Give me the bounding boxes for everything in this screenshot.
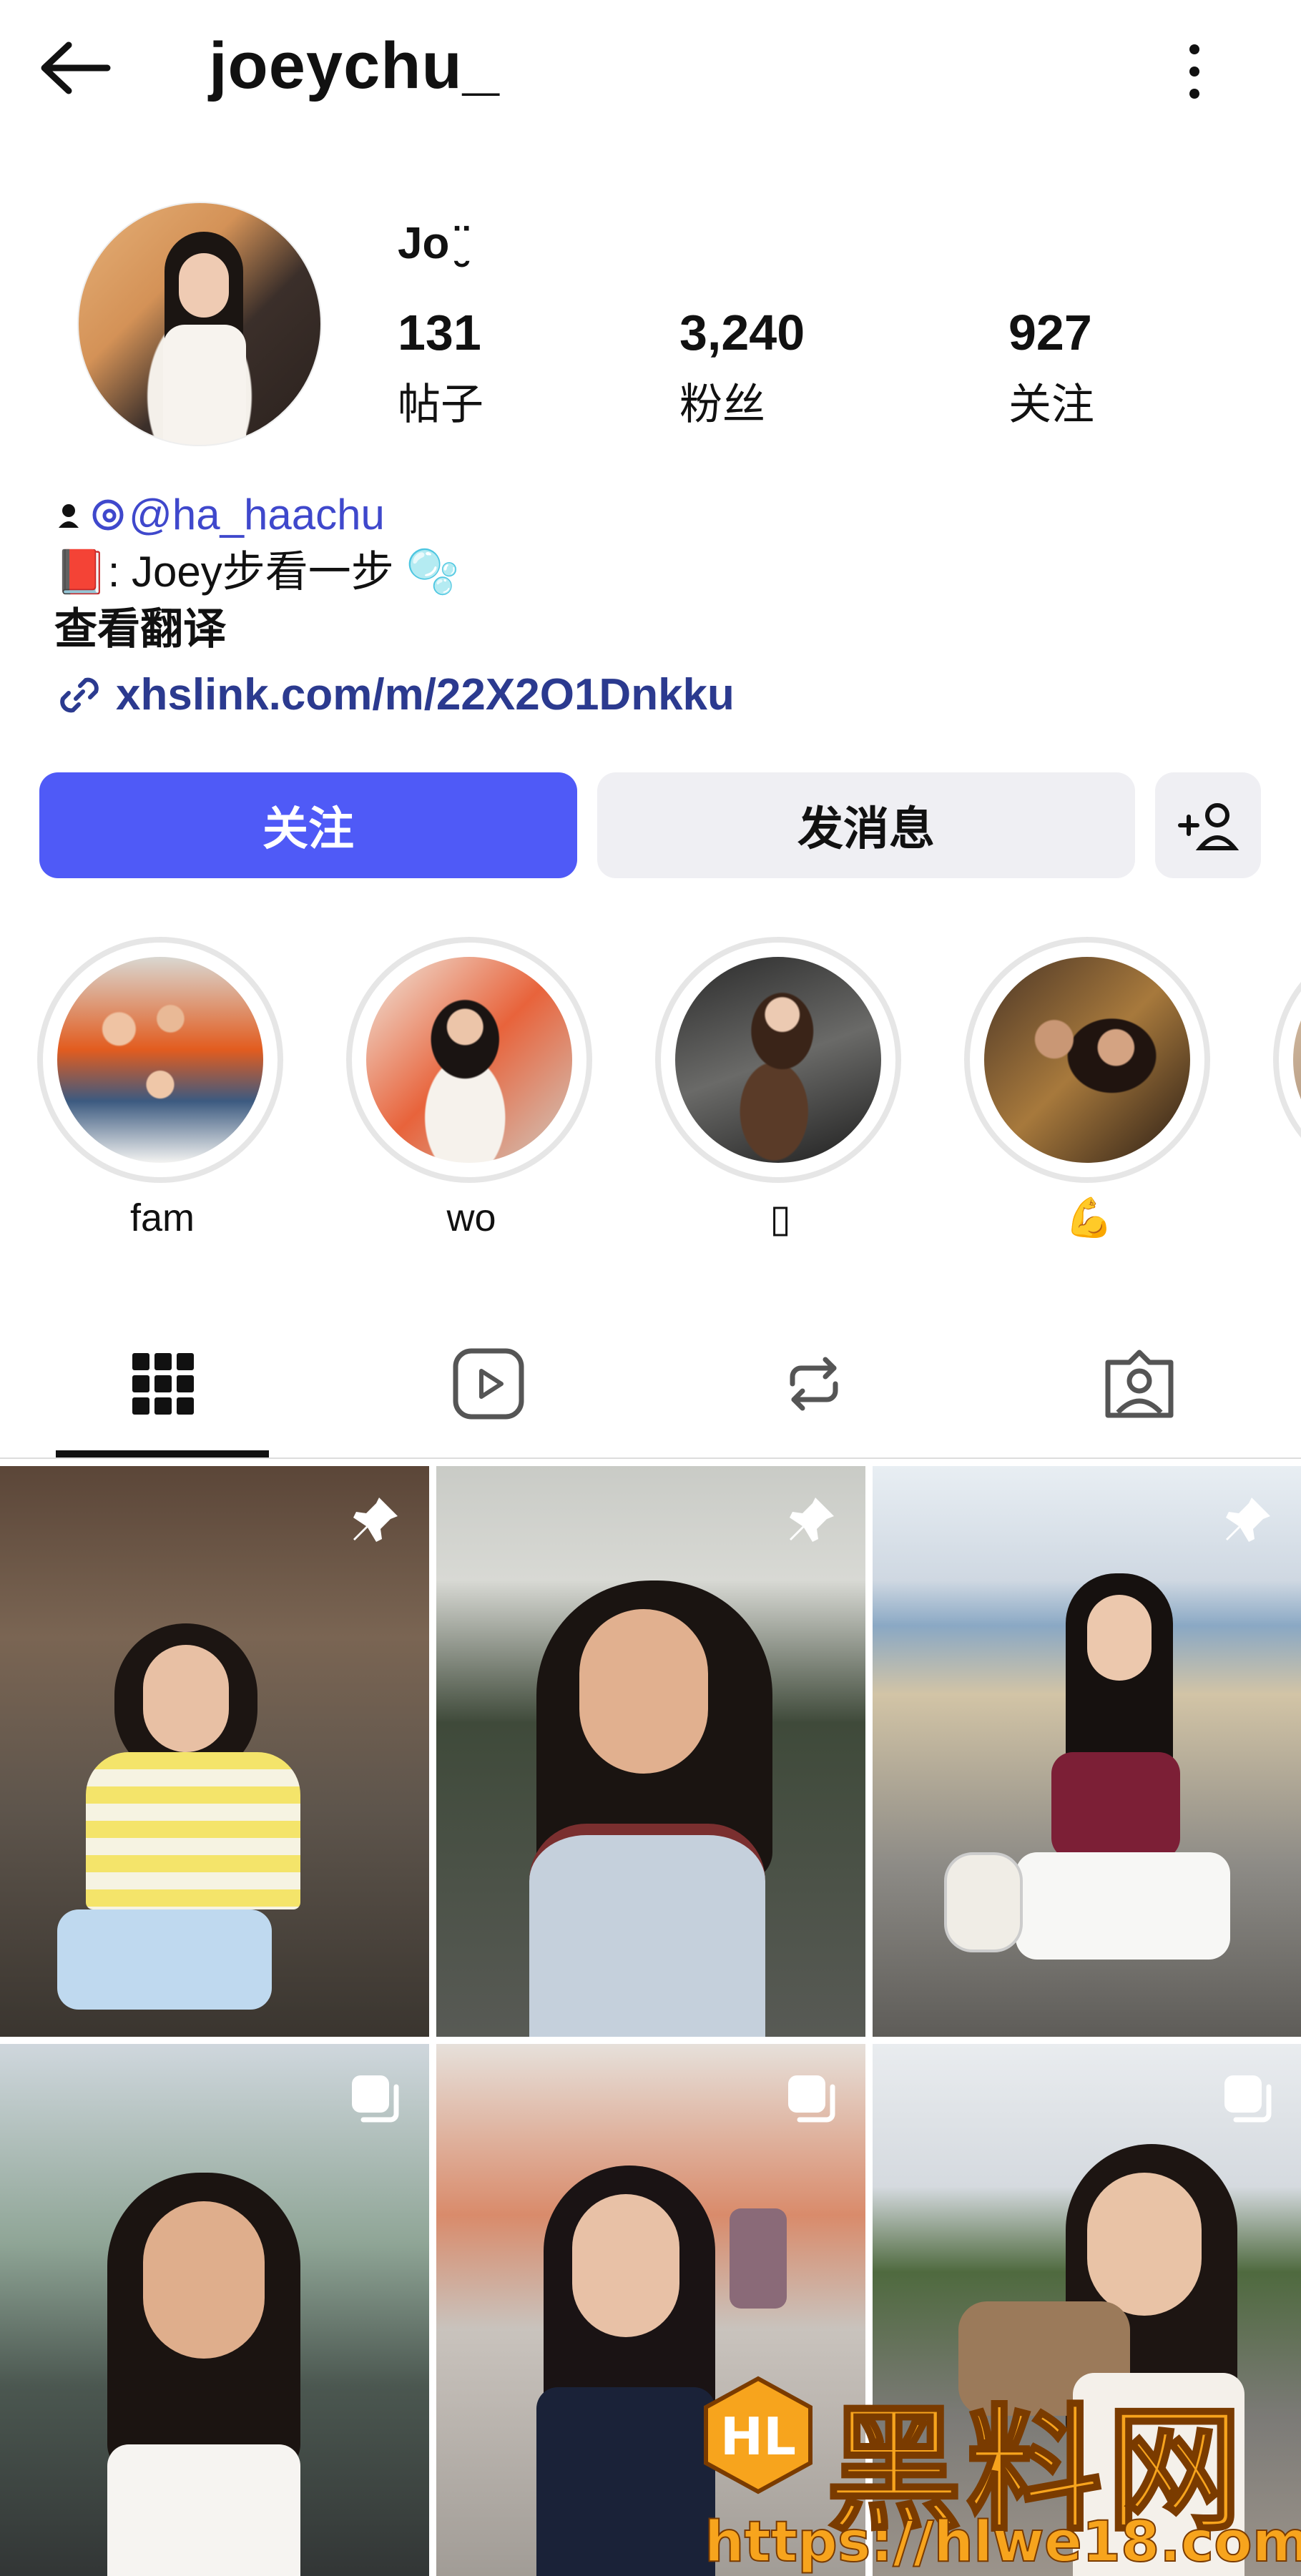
add-person-icon bbox=[1178, 803, 1239, 850]
posts-label: 帖子 bbox=[398, 380, 483, 428]
highlight-label: wo bbox=[446, 1196, 496, 1239]
carousel-icon bbox=[352, 2075, 399, 2123]
profile-stats: 131 帖子 3,240 粉丝 927 关注 bbox=[398, 304, 1184, 433]
follow-button[interactable]: 关注 bbox=[39, 772, 577, 878]
highlight-ring bbox=[964, 937, 1210, 1183]
watermark-logo-icon: HL bbox=[704, 2376, 812, 2494]
watermark-url: https://hlwe18.com bbox=[704, 2509, 1301, 2575]
external-link[interactable]: xhslink.com/m/22X2O1Dnkku bbox=[54, 667, 1234, 724]
highlight-ring bbox=[346, 937, 592, 1183]
reels-icon bbox=[453, 1348, 524, 1420]
message-button[interactable]: 发消息 bbox=[597, 772, 1135, 878]
post-thumbnail[interactable] bbox=[436, 1466, 865, 2037]
highlight-cover bbox=[366, 957, 572, 1163]
repost-icon bbox=[790, 1357, 838, 1411]
highlight-label: 💪 bbox=[1065, 1196, 1114, 1239]
stat-posts[interactable]: 131 帖子 bbox=[398, 304, 483, 432]
highlight-item[interactable]: 💪 bbox=[964, 937, 1214, 1241]
active-tab-indicator bbox=[56, 1450, 269, 1457]
watermark: HL 黑料网 https://hlwe18.com bbox=[697, 2353, 1301, 2576]
tab-reposts[interactable] bbox=[651, 1337, 976, 1430]
pin-icon bbox=[1226, 1498, 1270, 1542]
profile-actions: 关注 发消息 bbox=[39, 772, 1262, 878]
dot-icon bbox=[1189, 44, 1199, 54]
threads-handle-link[interactable]: @ha_haachu bbox=[129, 486, 385, 544]
stat-followers[interactable]: 3,240 粉丝 bbox=[679, 304, 805, 432]
bio-text: 📕: Joey步看一步 🫧 bbox=[54, 548, 460, 596]
highlight-label: fam bbox=[129, 1196, 195, 1239]
arrow-left-icon bbox=[41, 41, 111, 94]
highlight-cover bbox=[984, 957, 1190, 1163]
story-highlights: fam wo ▯ 💪 bbox=[0, 937, 1301, 1252]
profile-bio: @ha_haachu 📕: Joey步看一步 🫧 查看翻译 xhslink.co… bbox=[54, 486, 1234, 724]
highlight-ring bbox=[1273, 937, 1301, 1183]
highlight-ring bbox=[37, 937, 283, 1183]
carousel-icon bbox=[788, 2075, 835, 2123]
link-icon bbox=[60, 677, 99, 713]
back-button[interactable] bbox=[36, 32, 122, 104]
pin-icon bbox=[353, 1498, 398, 1542]
dot-icon bbox=[1189, 89, 1199, 99]
highlight-cover bbox=[675, 957, 881, 1163]
profile-avatar[interactable] bbox=[77, 202, 322, 446]
tagged-person-icon bbox=[1105, 1350, 1173, 1418]
highlight-item[interactable]: ▯ bbox=[655, 937, 905, 1241]
highlight-label: ▯ bbox=[770, 1197, 791, 1240]
grid-icon bbox=[132, 1353, 194, 1415]
highlight-item[interactable]: fam bbox=[37, 937, 288, 1240]
carousel-icon bbox=[1224, 2075, 1272, 2123]
stat-following[interactable]: 927 关注 bbox=[1008, 304, 1094, 432]
person-icon bbox=[59, 504, 79, 528]
highlight-cover bbox=[1293, 957, 1301, 1163]
pin-icon bbox=[790, 1498, 834, 1542]
external-link-text: xhslink.com/m/22X2O1Dnkku bbox=[116, 670, 735, 719]
following-count: 927 bbox=[1008, 305, 1092, 360]
more-options-button[interactable] bbox=[1173, 36, 1216, 107]
threads-row[interactable]: @ha_haachu bbox=[54, 486, 1234, 544]
dot-icon bbox=[1189, 67, 1199, 77]
post-thumbnail[interactable] bbox=[0, 2044, 429, 2576]
suggest-users-button[interactable] bbox=[1155, 772, 1261, 878]
threads-icon bbox=[92, 499, 124, 531]
post-thumbnail[interactable] bbox=[0, 1466, 429, 2037]
tab-posts[interactable] bbox=[0, 1337, 325, 1430]
tab-tagged[interactable] bbox=[976, 1337, 1301, 1430]
highlight-item[interactable] bbox=[1273, 937, 1301, 1183]
posts-count: 131 bbox=[398, 305, 481, 360]
content-tabs bbox=[0, 1309, 1301, 1459]
highlight-ring bbox=[655, 937, 901, 1183]
post-thumbnail[interactable] bbox=[873, 1466, 1301, 2037]
followers-label: 粉丝 bbox=[679, 380, 765, 428]
display-name: Jo ̮̈ bbox=[398, 219, 462, 268]
top-bar: joeychu_ bbox=[0, 0, 1301, 143]
highlight-cover bbox=[57, 957, 263, 1163]
tab-reels[interactable] bbox=[325, 1337, 651, 1430]
highlight-item[interactable]: wo bbox=[346, 937, 597, 1240]
see-translation-link[interactable]: 查看翻译 bbox=[54, 601, 1234, 658]
followers-count: 3,240 bbox=[679, 305, 805, 360]
profile-username: joeychu_ bbox=[209, 29, 500, 102]
svg-text:HL: HL bbox=[720, 2407, 796, 2467]
following-label: 关注 bbox=[1008, 380, 1094, 428]
